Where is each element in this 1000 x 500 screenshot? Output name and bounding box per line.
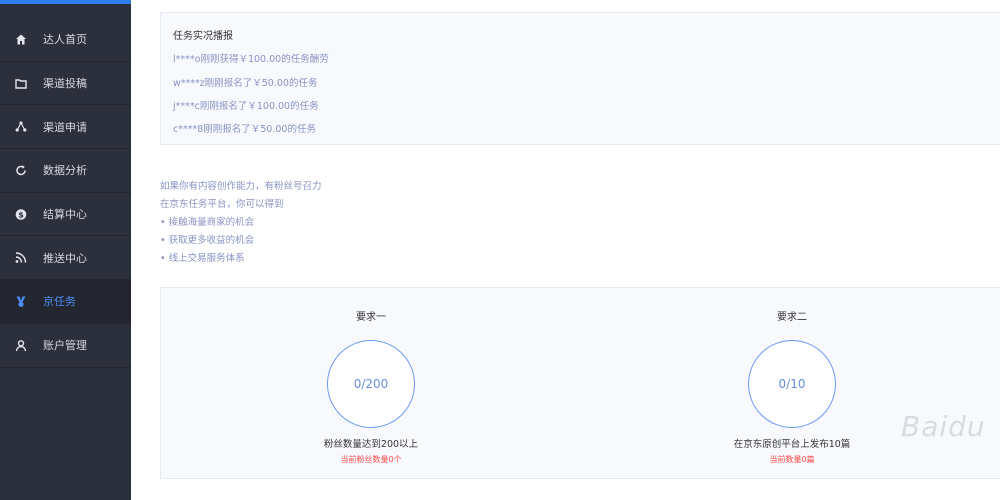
- sidebar-item-label: 结算中心: [43, 208, 87, 222]
- sidebar-item-label: 数据分析: [43, 164, 87, 178]
- task-report-panel: 任务实况播报 l****o刚刚获得￥100.00的任务酬劳 w****z刚刚报名…: [160, 12, 1000, 145]
- sidebar-item-account[interactable]: 账户管理: [0, 324, 131, 368]
- requirement-status: 当前粉丝数量0个: [340, 455, 402, 464]
- sidebar-item-label: 渠道申请: [43, 120, 87, 134]
- report-line: c****8刚刚报名了￥50.00的任务: [173, 124, 316, 135]
- sidebar-item-label: 推送中心: [43, 251, 87, 265]
- progress-circle: 0/10: [748, 340, 836, 428]
- sidebar-item-channel-apply[interactable]: 渠道申请: [0, 105, 131, 150]
- sidebar-item-settlement[interactable]: $ 结算中心: [0, 193, 131, 237]
- report-title: 任务实况播报: [173, 31, 233, 42]
- sidebar-item-channel-submit[interactable]: 渠道投稿: [0, 62, 131, 106]
- sidebar-accent-bar: [0, 0, 131, 4]
- sidebar-item-jd-task[interactable]: 京任务: [0, 280, 131, 324]
- intro-text: 如果你有内容创作能力，有粉丝号召力 在京东任务平台，你可以得到 • 接触海量商家…: [160, 178, 322, 268]
- sidebar-item-data-analysis[interactable]: 数据分析: [0, 149, 131, 193]
- sidebar-nav: 达人首页 渠道投稿 渠道申请 数据分析 $ 结算中心 推送中心 京任务 账户管理: [0, 18, 131, 368]
- intro-bullet: • 接触海量商家的机会: [160, 217, 255, 228]
- progress-circle: 0/200: [327, 340, 415, 428]
- folder-icon: [14, 77, 27, 90]
- share-icon: [14, 120, 27, 133]
- requirement-title: 要求一: [356, 312, 386, 323]
- user-icon: [14, 339, 27, 352]
- requirement-1: 要求一 0/200 粉丝数量达到200以上 当前粉丝数量0个: [221, 288, 521, 480]
- intro-line: 在京东任务平台，你可以得到: [160, 199, 284, 210]
- requirements-panel: 要求一 0/200 粉丝数量达到200以上 当前粉丝数量0个 要求二 0/10 …: [160, 287, 1000, 479]
- sidebar: 达人首页 渠道投稿 渠道申请 数据分析 $ 结算中心 推送中心 京任务 账户管理: [0, 0, 131, 500]
- intro-bullet: • 获取更多收益的机会: [160, 235, 255, 246]
- sidebar-item-label: 京任务: [43, 295, 76, 309]
- sidebar-item-push[interactable]: 推送中心: [0, 236, 131, 281]
- requirement-description: 在京东原创平台上发布10篇: [733, 439, 851, 450]
- refresh-icon: [14, 164, 27, 177]
- report-line: j****c刚刚报名了￥100.00的任务: [173, 101, 319, 112]
- home-icon: [14, 33, 27, 46]
- dollar-icon: $: [14, 208, 27, 221]
- main-content: 任务实况播报 l****o刚刚获得￥100.00的任务酬劳 w****z刚刚报名…: [131, 0, 1000, 500]
- sidebar-item-label: 账户管理: [43, 339, 87, 353]
- requirement-status: 当前数量0篇: [769, 455, 815, 464]
- sidebar-item-label: 渠道投稿: [43, 77, 87, 91]
- baidu-watermark: Baidu: [901, 410, 986, 443]
- requirement-title: 要求二: [777, 312, 807, 323]
- sidebar-item-label: 达人首页: [43, 33, 87, 47]
- report-line: w****z刚刚报名了￥50.00的任务: [173, 78, 318, 89]
- report-line: l****o刚刚获得￥100.00的任务酬劳: [173, 54, 329, 65]
- requirement-description: 粉丝数量达到200以上: [323, 439, 419, 450]
- rss-icon: [14, 251, 27, 264]
- intro-bullet: • 线上交易服务体系: [160, 253, 245, 264]
- requirement-2: 要求二 0/10 在京东原创平台上发布10篇 当前数量0篇: [642, 288, 942, 480]
- intro-line: 如果你有内容创作能力，有粉丝号召力: [160, 181, 322, 192]
- medal-icon: [14, 295, 27, 308]
- sidebar-item-home[interactable]: 达人首页: [0, 18, 131, 62]
- svg-text:$: $: [18, 210, 24, 219]
